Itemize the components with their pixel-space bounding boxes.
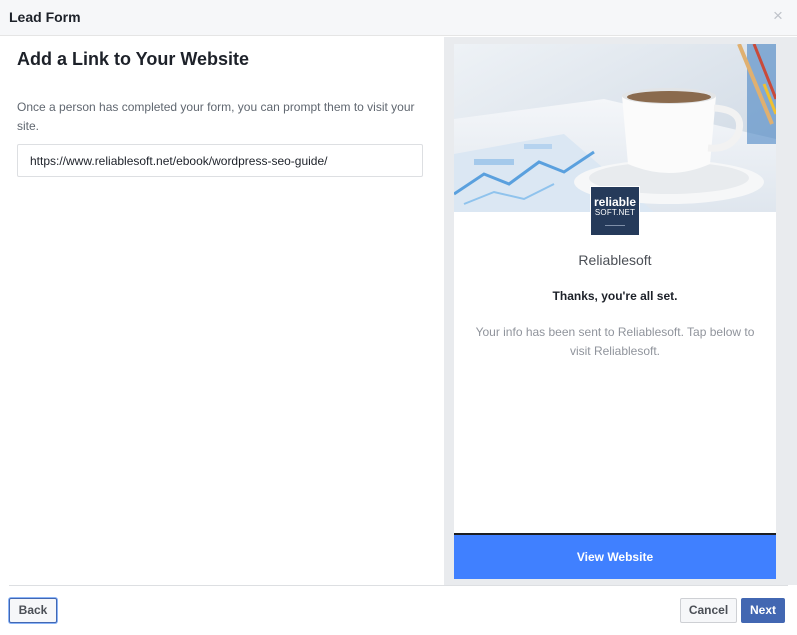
phone-preview: reliable SOFT.NET Reliablesoft Thanks, y…	[454, 44, 776, 579]
company-logo: reliable SOFT.NET	[590, 186, 640, 236]
help-text: Once a person has completed your form, y…	[17, 100, 415, 133]
close-icon[interactable]: ×	[770, 7, 786, 24]
lead-form-dialog: Lead Form × Add a Link to Your Website O…	[0, 0, 797, 635]
section-title: Add a Link to Your Website	[17, 49, 250, 69]
website-url-input[interactable]	[17, 144, 423, 177]
logo-text-bottom: SOFT.NET	[594, 208, 636, 217]
next-button[interactable]: Next	[741, 598, 785, 623]
footer-divider	[9, 585, 788, 586]
link-settings-panel: Add a Link to Your Website Once a person…	[0, 37, 444, 585]
view-website-button[interactable]: View Website	[454, 535, 776, 579]
info-text: Your info has been sent to Reliablesoft.…	[475, 325, 755, 358]
logo-divider	[605, 225, 625, 226]
company-name: Reliablesoft	[578, 252, 652, 268]
thanks-heading: Thanks, you're all set.	[552, 289, 678, 303]
cancel-button[interactable]: Cancel	[680, 598, 737, 623]
dialog-header: Lead Form ×	[0, 0, 797, 36]
back-button[interactable]: Back	[9, 598, 57, 623]
logo-text-top: reliable	[593, 195, 637, 209]
dialog-title: Lead Form	[9, 9, 81, 25]
